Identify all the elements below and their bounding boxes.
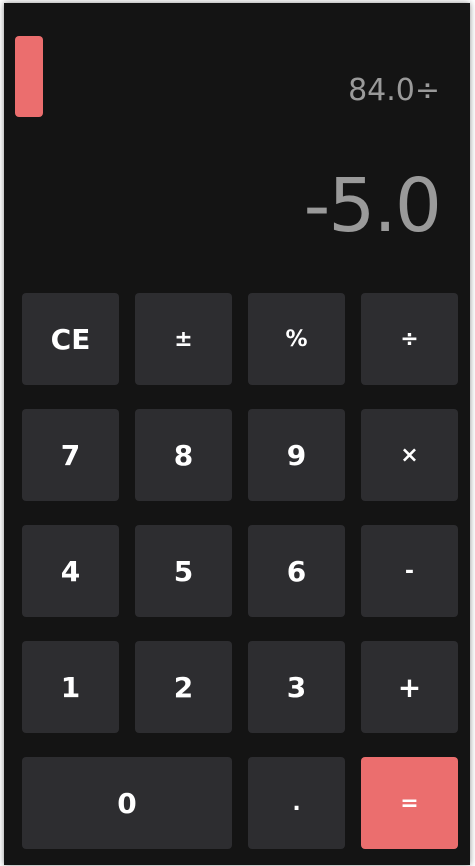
plus-minus-button[interactable]: ± <box>135 293 232 385</box>
expression-display: 84.0÷ <box>348 73 440 108</box>
calculator-window: 84.0÷ -5.0 CE ± % ÷ 7 8 9 × 4 5 6 - 1 2 … <box>4 3 470 865</box>
decimal-point-button[interactable]: . <box>248 757 345 849</box>
accent-tab[interactable] <box>15 36 43 117</box>
multiply-button[interactable]: × <box>361 409 458 501</box>
clear-entry-button[interactable]: CE <box>22 293 119 385</box>
digit-3-button[interactable]: 3 <box>248 641 345 733</box>
digit-9-button[interactable]: 9 <box>248 409 345 501</box>
digit-0-button[interactable]: 0 <box>22 757 232 849</box>
result-display: -5.0 <box>303 163 442 249</box>
plus-button[interactable]: + <box>361 641 458 733</box>
digit-1-button[interactable]: 1 <box>22 641 119 733</box>
digit-5-button[interactable]: 5 <box>135 525 232 617</box>
digit-2-button[interactable]: 2 <box>135 641 232 733</box>
digit-8-button[interactable]: 8 <box>135 409 232 501</box>
digit-6-button[interactable]: 6 <box>248 525 345 617</box>
equals-button[interactable]: = <box>361 757 458 849</box>
percent-button[interactable]: % <box>248 293 345 385</box>
digit-4-button[interactable]: 4 <box>22 525 119 617</box>
divide-button[interactable]: ÷ <box>361 293 458 385</box>
minus-button[interactable]: - <box>361 525 458 617</box>
digit-7-button[interactable]: 7 <box>22 409 119 501</box>
